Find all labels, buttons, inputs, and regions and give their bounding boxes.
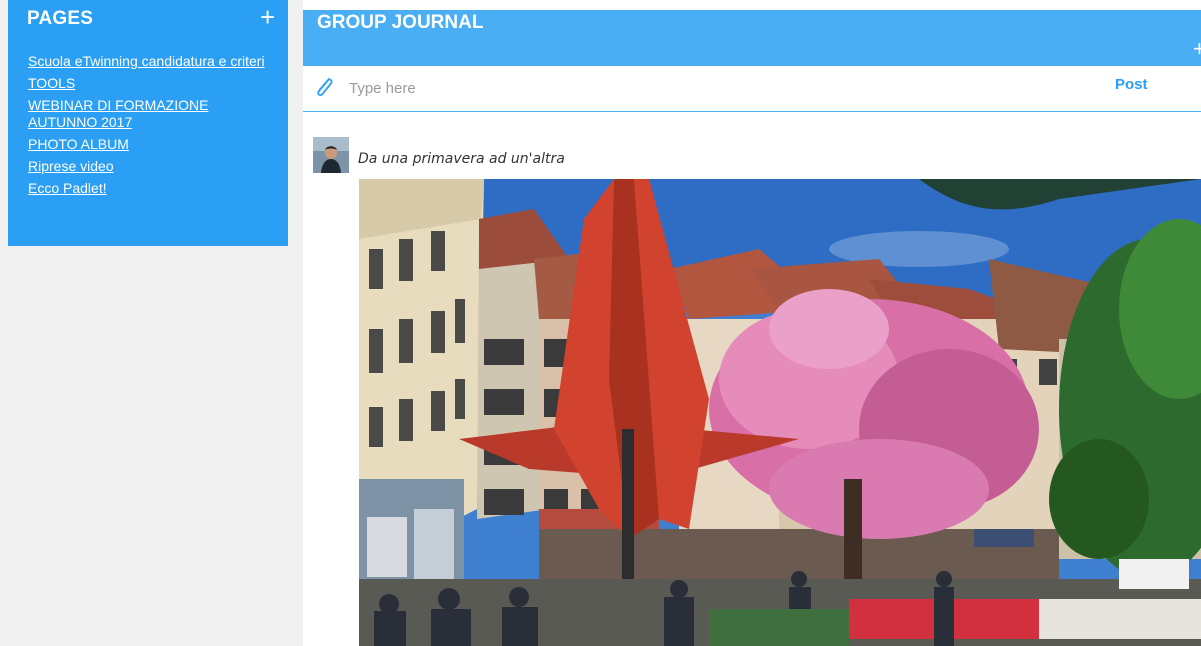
- list-item: Ecco Padlet!: [28, 180, 278, 197]
- pages-list: Scuola eTwinning candidatura e criteri T…: [28, 53, 278, 202]
- journal-composer: Post: [303, 66, 1201, 112]
- avatar[interactable]: [313, 137, 349, 173]
- list-item: WEBINAR DI FORMAZIONE AUTUNNO 2017: [28, 97, 278, 131]
- list-item: Riprese video: [28, 158, 278, 175]
- pages-panel: PAGES + Scuola eTwinning candidatura e c…: [8, 0, 288, 246]
- journal-title: GROUP JOURNAL: [317, 12, 484, 33]
- page-link-ecco-padlet[interactable]: Ecco Padlet!: [28, 180, 107, 196]
- page-link-tools[interactable]: TOOLS: [28, 75, 75, 91]
- left-column: PAGES + Scuola eTwinning candidatura e c…: [0, 0, 303, 646]
- list-item: Scuola eTwinning candidatura e criteri: [28, 53, 278, 70]
- page-link-webinar[interactable]: WEBINAR DI FORMAZIONE AUTUNNO 2017: [28, 97, 208, 130]
- list-item: PHOTO ALBUM: [28, 136, 278, 153]
- pages-title: PAGES: [27, 8, 94, 29]
- group-journal: GROUP JOURNAL + Post Da una primavera ad…: [303, 0, 1201, 646]
- add-page-button[interactable]: +: [260, 4, 275, 30]
- page-link-riprese-video[interactable]: Riprese video: [28, 158, 114, 174]
- journal-header: GROUP JOURNAL +: [303, 10, 1201, 66]
- entry-text: Da una primavera ad un'altra: [358, 151, 565, 167]
- post-input[interactable]: [349, 76, 1089, 100]
- list-item: TOOLS: [28, 75, 278, 92]
- entry-photo[interactable]: [359, 179, 1201, 646]
- post-button[interactable]: Post: [1115, 76, 1148, 93]
- page-link-photo-album[interactable]: PHOTO ALBUM: [28, 136, 129, 152]
- pages-header: PAGES +: [8, 0, 288, 44]
- page-link-scuola-etwinning[interactable]: Scuola eTwinning candidatura e criteri: [28, 53, 265, 69]
- add-journal-button[interactable]: +: [1193, 38, 1201, 60]
- paperclip-icon[interactable]: [312, 73, 336, 101]
